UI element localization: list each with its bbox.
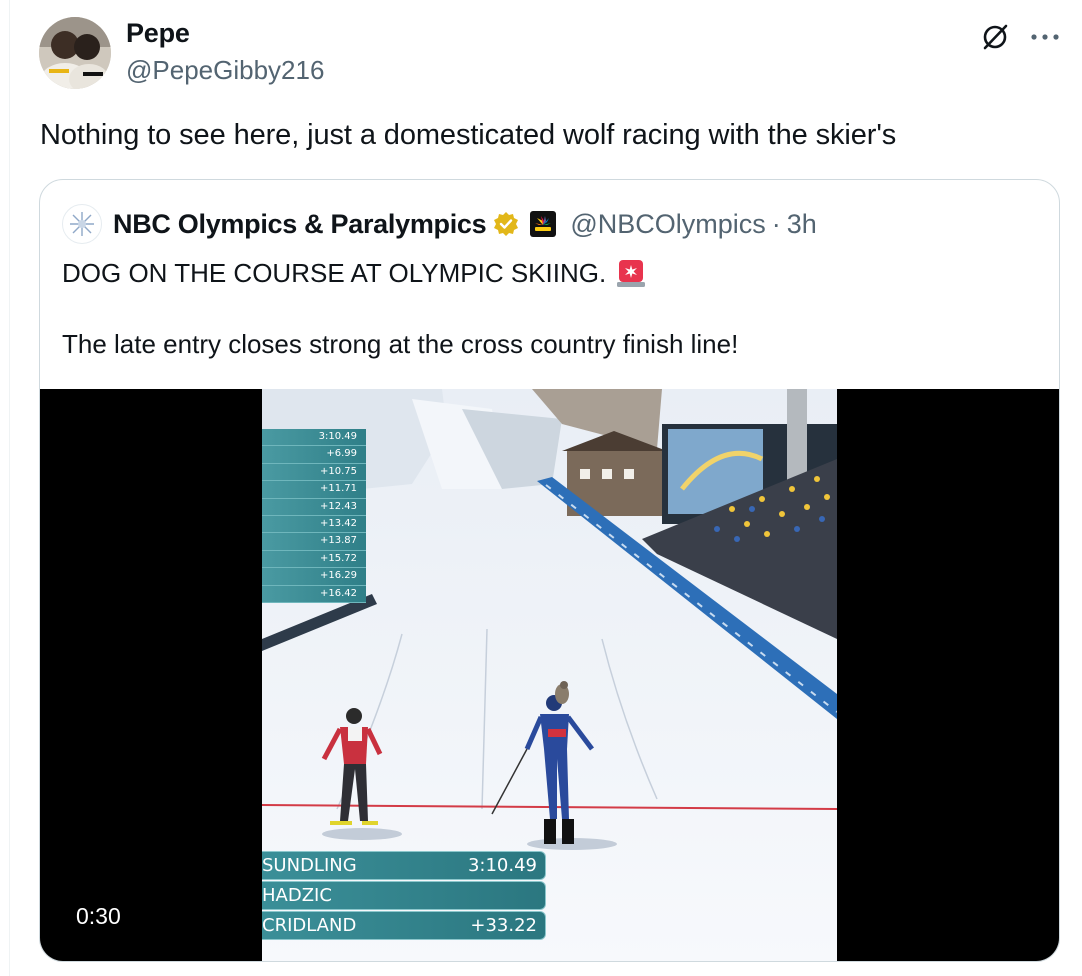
split-time: +15.72 [262,550,366,569]
tweet: Pepe @PepeGibby216 Nothing to see here, … [0,0,1082,976]
quoted-headline: DOG ON THE COURSE AT OLYMPIC SKIING. [62,258,607,288]
split-time: 3:10.49 [262,429,366,447]
video-frame: 3:10.49 +6.99 +10.75 +11.71 +12.43 +13.4… [262,389,837,961]
police-light-emoji-icon [616,258,646,288]
result-time: +33.22 [470,915,537,936]
result-name: CRIDLAND [262,915,357,936]
nbc-sports-affiliate-icon[interactable] [530,211,557,237]
split-time: +13.42 [262,515,366,534]
split-time: +6.99 [262,446,366,464]
result-time: 3:10.49 [467,855,537,876]
more-icon[interactable] [1022,17,1068,57]
divider [9,0,10,976]
quoted-header: NBC Olympics & Paralympics @NBCOlympics … [62,204,817,244]
split-time: +16.42 [262,585,366,603]
quoted-text-line-1: DOG ON THE COURSE AT OLYMPIC SKIING. [62,255,646,291]
grok-icon[interactable] [975,17,1015,57]
result-row: SUNDLING 3:10.49 [262,851,546,880]
quoted-text-line-2: The late entry closes strong at the cros… [62,329,739,359]
results-overlay: SUNDLING 3:10.49 HADZIC CRIDLAND +33.22 [262,851,546,941]
split-time: +10.75 [262,463,366,482]
result-name: SUNDLING [262,855,357,876]
tweet-text: Nothing to see here, just a domesticated… [40,119,897,151]
split-times-overlay: 3:10.49 +6.99 +10.75 +11.71 +12.43 +13.4… [262,429,366,603]
result-name: HADZIC [262,885,332,906]
split-time: +16.29 [262,568,366,586]
split-time: +12.43 [262,498,366,516]
quoted-tweet[interactable]: NBC Olympics & Paralympics @NBCOlympics … [39,179,1060,962]
result-row: HADZIC [262,881,546,910]
split-time: +11.71 [262,481,366,499]
video-timestamp: 0:30 [76,903,121,929]
result-row: CRIDLAND +33.22 [262,911,546,940]
meta-separator: · [771,208,781,239]
author-name[interactable]: Pepe [126,18,190,49]
quoted-author-handle[interactable]: @NBCOlympics [570,209,765,240]
avatar[interactable] [39,17,111,89]
quoted-timestamp[interactable]: 3h [787,209,817,240]
quoted-author-name[interactable]: NBC Olympics & Paralympics [113,209,487,240]
verified-badge-icon [492,210,520,238]
nbc-olympics-avatar[interactable] [62,204,102,244]
author-handle[interactable]: @PepeGibby216 [126,55,324,86]
video-player[interactable]: 3:10.49 +6.99 +10.75 +11.71 +12.43 +13.4… [40,389,1059,961]
split-time: +13.87 [262,533,366,551]
